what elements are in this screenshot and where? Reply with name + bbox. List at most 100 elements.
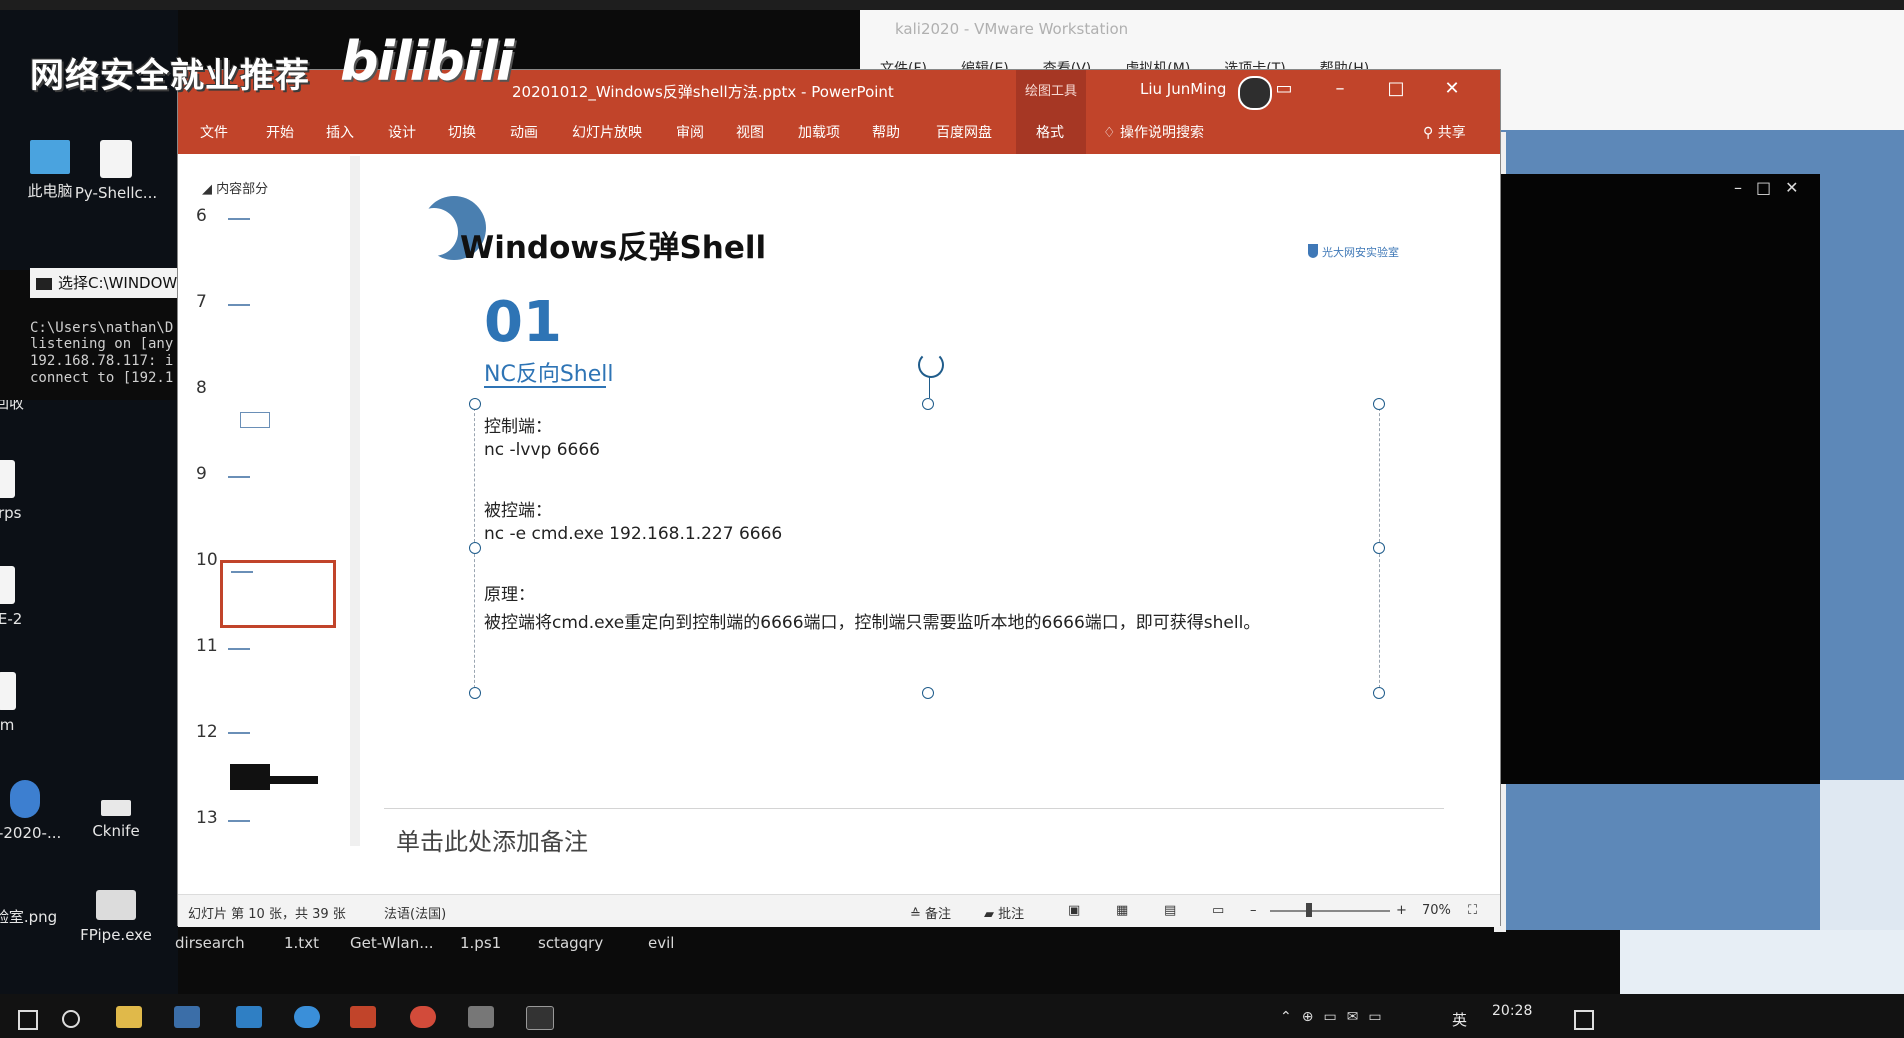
app-taskbar-icon[interactable]	[174, 1006, 200, 1028]
resize-handle[interactable]	[469, 542, 481, 554]
notes-separator[interactable]	[384, 808, 1444, 809]
zoom-in-button[interactable]: +	[1396, 903, 1407, 918]
tool-taskbar-icon[interactable]	[468, 1006, 494, 1028]
console-window-controls[interactable]: –□✕	[1734, 178, 1813, 197]
tab-slideshow[interactable]: 幻灯片放映	[572, 122, 642, 142]
vmware-taskbar-icon[interactable]	[236, 1006, 262, 1028]
slide-thumbnail-selected[interactable]	[220, 560, 336, 628]
desktop-icon-label[interactable]: dirsearch	[175, 934, 245, 952]
maximize-button[interactable]: □	[1382, 78, 1410, 99]
language-indicator[interactable]: 法语(法国)	[384, 903, 446, 922]
chrome-browser-icon[interactable]	[410, 1006, 436, 1028]
desktop-icon-fpipe[interactable]: FPipe.exe	[66, 890, 166, 944]
normal-view-icon[interactable]: ▣	[1068, 903, 1080, 918]
resize-handle[interactable]	[922, 687, 934, 699]
desktop-icon-label[interactable]: 1.txt	[284, 934, 319, 952]
tab-animations[interactable]: 动画	[510, 122, 538, 142]
avatar[interactable]	[1238, 76, 1272, 110]
tell-me-search[interactable]: ♢ 操作说明搜索	[1103, 122, 1204, 142]
comments-button[interactable]: ▰ 批注	[984, 903, 1024, 922]
tab-insert[interactable]: 插入	[326, 122, 354, 142]
drawing-tools-label: 绘图工具	[1016, 70, 1086, 114]
editor-scrollbar[interactable]	[1482, 154, 1500, 848]
minimize-button[interactable]: –	[1326, 78, 1354, 99]
top-strip	[0, 0, 1904, 10]
tab-format[interactable]: 格式	[1036, 122, 1064, 142]
resize-handle[interactable]	[1373, 687, 1385, 699]
tab-review[interactable]: 审阅	[676, 122, 704, 142]
rotate-handle-icon[interactable]	[918, 352, 944, 378]
slide-thumbnail[interactable]	[220, 640, 330, 702]
share-button[interactable]: ⚲ 共享	[1423, 122, 1466, 142]
console-window[interactable]	[1500, 174, 1820, 784]
slide-count[interactable]: 幻灯片 第 10 张，共 39 张	[188, 903, 346, 922]
tab-addins[interactable]: 加载项	[798, 122, 840, 142]
reading-view-icon[interactable]: ▤	[1164, 903, 1176, 918]
desktop-icon-burpsuite[interactable]: urps	[0, 460, 40, 522]
tab-view[interactable]: 视图	[736, 122, 764, 142]
desktop-icon-label[interactable]: Get-Wlan...	[350, 934, 434, 952]
section-number[interactable]: 01	[484, 290, 562, 355]
slide-sorter-icon[interactable]: ▦	[1116, 903, 1128, 918]
zoom-slider[interactable]	[1270, 910, 1390, 912]
desktop-icon-lab-png[interactable]: 实验室.png	[0, 906, 68, 927]
desktop-icon-label: FPipe.exe	[80, 926, 152, 944]
slide-thumbnail[interactable]	[220, 812, 330, 846]
resize-handle[interactable]	[1373, 398, 1385, 410]
edge-browser-icon[interactable]	[294, 1006, 320, 1028]
zoom-slider-thumb[interactable]	[1306, 903, 1312, 917]
desktop-icon-m[interactable]: m	[0, 672, 42, 734]
slide-brand: 光大网安实验室	[1322, 246, 1399, 259]
close-button[interactable]: ✕	[1438, 78, 1466, 99]
user-name[interactable]: Liu JunMing	[1140, 80, 1226, 98]
zoom-out-button[interactable]: –	[1250, 903, 1257, 918]
file-explorer-icon[interactable]	[116, 1006, 142, 1028]
tab-help[interactable]: 帮助	[872, 122, 900, 142]
desktop-icon-zip[interactable]: e-2020-...	[0, 780, 68, 842]
desktop-icon-py-shellcode[interactable]: Py-Shellc...	[66, 140, 166, 202]
desktop-icon-label[interactable]: 1.ps1	[460, 934, 501, 952]
tab-design[interactable]: 设计	[388, 122, 416, 142]
desktop-icon-cknife[interactable]: Cknife	[66, 800, 166, 840]
resize-handle[interactable]	[922, 398, 934, 410]
resize-handle[interactable]	[469, 687, 481, 699]
slide-thumbnail[interactable]	[220, 724, 330, 790]
notes-placeholder[interactable]: 单击此处添加备注	[396, 822, 588, 857]
tab-home[interactable]: 开始	[266, 122, 294, 142]
resize-handle[interactable]	[469, 398, 481, 410]
slide-title[interactable]: Windows反弹Shell	[460, 222, 766, 267]
slide-thumbnail[interactable]	[220, 468, 330, 530]
resize-handle[interactable]	[1373, 542, 1385, 554]
notes-button[interactable]: ≙ 备注	[910, 903, 951, 922]
system-tray[interactable]: ⌃⊕▭✉▭	[1280, 1009, 1392, 1025]
selected-text-box[interactable]	[474, 403, 1380, 693]
powerpoint-taskbar-icon[interactable]	[350, 1006, 376, 1028]
tab-file[interactable]: 文件	[200, 122, 228, 142]
notifications-icon[interactable]	[1574, 1010, 1594, 1030]
thumbnail-scrollbar[interactable]	[350, 156, 360, 846]
zoom-level[interactable]: 70%	[1422, 903, 1451, 918]
search-icon[interactable]	[62, 1010, 80, 1028]
slide-number: 6	[196, 206, 207, 226]
desktop-icon-label[interactable]: sctagqry	[538, 934, 603, 952]
desktop-icon-label[interactable]: evil	[648, 934, 674, 952]
fit-to-window-icon[interactable]: ⛶	[1468, 903, 1477, 918]
slide-thumbnail[interactable]	[220, 382, 330, 444]
section-label[interactable]: ◢ 内容部分	[202, 178, 268, 197]
tab-baidu-netdisk[interactable]: 百度网盘	[936, 122, 992, 142]
clock[interactable]: 20:28	[1492, 1003, 1532, 1019]
slide-thumbnail[interactable]	[220, 296, 330, 358]
ribbon-display-icon[interactable]: ▭	[1270, 78, 1298, 99]
section-subheading[interactable]: NC反向Shell	[484, 356, 614, 388]
start-windows-icon[interactable]	[18, 1010, 38, 1030]
input-method-indicator[interactable]: 英	[1452, 1009, 1467, 1030]
slideshow-icon[interactable]: ▭	[1212, 903, 1224, 918]
slide-thumbnail[interactable]	[220, 210, 330, 272]
tab-transitions[interactable]: 切换	[448, 122, 476, 142]
file-icon	[0, 566, 15, 604]
slide-number: 12	[196, 722, 218, 742]
cmd-window-title[interactable]: 选择C:\WINDOW	[30, 268, 178, 298]
bilibili-logo: bilibili	[340, 30, 514, 93]
cmd-taskbar-icon[interactable]	[526, 1006, 554, 1030]
desktop-icon-cve[interactable]: VE-2	[0, 566, 40, 628]
